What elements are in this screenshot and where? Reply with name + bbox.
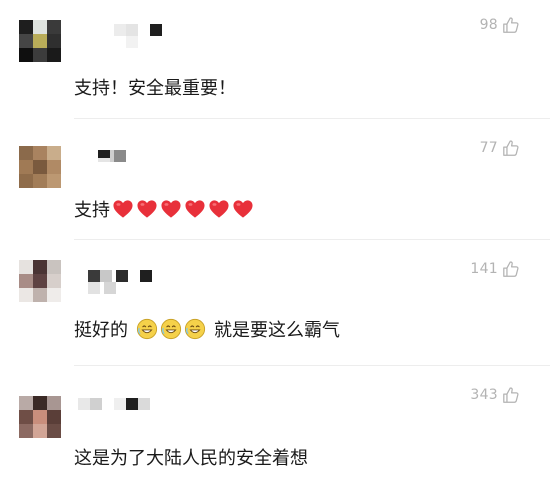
red-heart-icon xyxy=(113,200,133,218)
like-button[interactable]: 141 xyxy=(470,260,520,278)
red-heart-icon xyxy=(161,200,181,218)
like-button[interactable]: 77 xyxy=(480,139,520,157)
avatar[interactable] xyxy=(19,20,61,62)
heart-emoji-row xyxy=(112,199,256,219)
comment-text-suffix: 就是要这么霸气 xyxy=(214,320,340,341)
comment-item-3: 141 挺好的 就是要这么霸气 xyxy=(0,240,550,365)
comment-text: 支持！安全最重要！ xyxy=(74,78,236,99)
avatar[interactable] xyxy=(19,396,61,438)
comment-item-4: 343 这是为了大陆人民的安全着想 xyxy=(0,366,550,485)
comment-text: 支持 xyxy=(74,196,256,222)
like-count: 77 xyxy=(479,140,498,156)
thumbs-up-icon xyxy=(503,17,519,33)
red-heart-icon xyxy=(233,200,253,218)
comment-text: 挺好的 就是要这么霸气 xyxy=(74,316,340,342)
thumbs-up-icon xyxy=(503,140,519,156)
comment-text-prefix: 支持 xyxy=(74,200,110,221)
nickname-blurred[interactable] xyxy=(74,396,174,420)
comment-text: 这是为了大陆人民的安全着想 xyxy=(74,448,308,469)
thumbs-up-icon xyxy=(503,261,519,277)
like-count: 141 xyxy=(470,261,498,277)
nickname-blurred[interactable] xyxy=(74,22,174,48)
emoji-row xyxy=(136,318,208,340)
red-heart-icon xyxy=(137,200,157,218)
nickname-blurred[interactable] xyxy=(74,148,174,172)
red-heart-icon xyxy=(209,200,229,218)
comment-item-2: 77 支持 xyxy=(0,119,550,239)
like-count: 98 xyxy=(479,17,498,33)
nickname-blurred[interactable] xyxy=(74,268,174,294)
like-button[interactable]: 98 xyxy=(480,16,520,34)
grin-face-icon xyxy=(184,318,206,340)
grin-face-icon xyxy=(136,318,158,340)
comment-item-1: 98 支持！安全最重要！ xyxy=(0,0,550,118)
red-heart-icon xyxy=(185,200,205,218)
comment-text-prefix: 挺好的 xyxy=(74,320,128,341)
grin-face-icon xyxy=(160,318,182,340)
avatar[interactable] xyxy=(19,260,61,302)
thumbs-up-icon xyxy=(503,387,519,403)
like-count: 343 xyxy=(470,387,498,403)
avatar[interactable] xyxy=(19,146,61,188)
like-button[interactable]: 343 xyxy=(470,386,520,404)
